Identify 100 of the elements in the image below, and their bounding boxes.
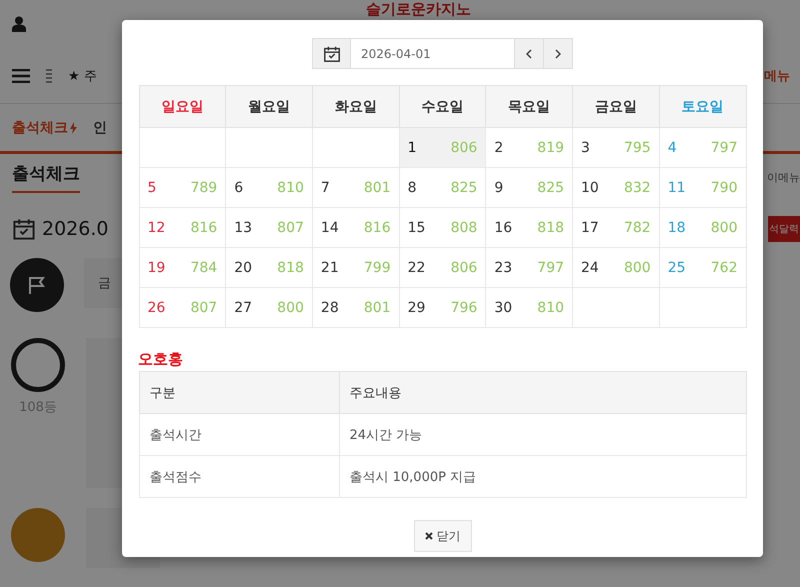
calendar-day[interactable]: 20 818 <box>226 248 312 288</box>
weekday-header: 일요일 <box>139 86 226 128</box>
close-button[interactable]: 닫기 <box>414 520 472 552</box>
calendar-day[interactable]: 16 818 <box>486 208 573 248</box>
calendar-day[interactable]: 23 797 <box>486 248 573 288</box>
attendance-count: 797 <box>537 260 564 276</box>
attendance-count: 806 <box>450 260 478 276</box>
attendance-count: 790 <box>710 180 738 196</box>
weekday-header: 화요일 <box>312 86 400 128</box>
attendance-count: 808 <box>450 220 478 236</box>
calendar-day[interactable]: 22 806 <box>399 248 486 288</box>
attendance-count: 819 <box>537 140 564 156</box>
calendar-day[interactable]: 24 800 <box>572 248 660 288</box>
day-number: 17 <box>581 220 599 236</box>
calendar-day[interactable]: 6 810 <box>226 168 312 208</box>
calendar-day[interactable]: 21 799 <box>312 248 400 288</box>
next-month-button[interactable] <box>544 38 573 69</box>
day-number: 28 <box>320 300 339 316</box>
calendar-day[interactable]: 17 782 <box>572 208 660 248</box>
attendance-count: 796 <box>450 300 478 316</box>
day-number: 21 <box>320 260 339 276</box>
calendar-day[interactable]: 5 789 <box>139 168 226 208</box>
calendar-day[interactable]: 13 807 <box>226 208 312 248</box>
day-number: 2 <box>494 140 504 156</box>
table-cell: 출석점수 <box>139 456 339 498</box>
attendance-count: 782 <box>624 220 651 236</box>
attendance-count: 801 <box>364 180 391 196</box>
date-input[interactable]: 2026-04-01 <box>351 38 515 69</box>
attendance-count: 810 <box>277 180 304 196</box>
day-number: 13 <box>234 220 252 236</box>
day-number: 11 <box>668 180 686 196</box>
calendar-day[interactable]: 27 800 <box>226 288 312 328</box>
calendar-day[interactable]: 15 808 <box>399 208 486 248</box>
calendar-day[interactable]: 3 795 <box>572 128 660 168</box>
attendance-count: 818 <box>537 220 564 236</box>
day-number: 23 <box>494 260 512 276</box>
attendance-count: 816 <box>190 220 218 236</box>
attendance-count: 807 <box>190 300 218 316</box>
attendance-count: 795 <box>624 140 651 156</box>
attendance-count: 825 <box>537 180 564 196</box>
calendar-icon <box>12 217 36 241</box>
calendar-day[interactable]: 7 801 <box>312 168 400 208</box>
day-number: 29 <box>408 300 426 316</box>
flag-icon <box>27 275 47 295</box>
user-icon[interactable] <box>12 16 26 32</box>
page-heading: 출석체크 <box>12 162 80 192</box>
attendance-count: 816 <box>364 220 391 236</box>
day-number: 25 <box>668 260 686 276</box>
avatar <box>11 508 65 562</box>
section-title: 오호홍 <box>138 350 183 369</box>
calendar-day[interactable]: 28 801 <box>312 288 400 328</box>
day-number: 16 <box>494 220 512 236</box>
column-header: 주요내용 <box>339 372 746 414</box>
day-number: 22 <box>408 260 426 276</box>
chevron-left-icon <box>526 48 532 58</box>
weekday-header: 수요일 <box>399 86 486 128</box>
prev-month-button[interactable] <box>515 38 544 69</box>
lightning-icon <box>70 122 77 134</box>
attendance-count: 832 <box>624 180 651 196</box>
menu-icon[interactable] <box>12 68 30 82</box>
day-number: 5 <box>148 180 156 196</box>
day-number: 8 <box>408 180 417 196</box>
attendance-count: 818 <box>277 260 304 276</box>
attendance-count: 762 <box>710 260 738 276</box>
menu-link[interactable]: 이메뉴 <box>767 170 800 184</box>
nav-link[interactable]: ★ 주 <box>68 66 97 84</box>
calendar-day[interactable]: 30 810 <box>486 288 573 328</box>
day-number: 9 <box>494 180 504 196</box>
calendar-day[interactable]: 1 806 <box>399 128 486 168</box>
attendance-count: 789 <box>190 180 218 196</box>
tab[interactable]: 인 <box>93 118 107 136</box>
weekday-header: 금요일 <box>572 86 660 128</box>
calendar-day[interactable]: 19 784 <box>139 248 226 288</box>
calendar-day[interactable]: 8 825 <box>399 168 486 208</box>
column-header: 구분 <box>139 372 339 414</box>
table-cell: 24시간 가능 <box>339 414 746 456</box>
attendance-count: 797 <box>710 140 738 156</box>
weekday-header: 토요일 <box>659 86 746 128</box>
attendance-count: 800 <box>277 300 304 316</box>
attendance-count: 800 <box>710 220 738 236</box>
list-icon[interactable] <box>46 68 52 82</box>
calendar-day[interactable]: 2 819 <box>486 128 573 168</box>
day-number: 24 <box>581 260 599 276</box>
day-number: 12 <box>148 220 166 236</box>
day-number: 3 <box>581 140 590 156</box>
avatar <box>11 338 65 392</box>
calendar-day[interactable]: 29 796 <box>399 288 486 328</box>
table-cell: 출석시 10,000P 지급 <box>339 456 746 498</box>
calendar-day[interactable]: 10 832 <box>572 168 660 208</box>
day-number: 10 <box>581 180 599 196</box>
calendar-day[interactable]: 12 816 <box>139 208 226 248</box>
calendar-day[interactable]: 14 816 <box>312 208 400 248</box>
attendance-count: 807 <box>277 220 304 236</box>
calendar-icon <box>322 44 340 62</box>
attendance-count: 799 <box>364 260 391 276</box>
calendar-day[interactable]: 26 807 <box>139 288 226 328</box>
day-number: 14 <box>320 220 339 236</box>
day-number: 15 <box>408 220 426 236</box>
attendance-count: 810 <box>537 300 564 316</box>
calendar-day[interactable]: 9 825 <box>486 168 573 208</box>
